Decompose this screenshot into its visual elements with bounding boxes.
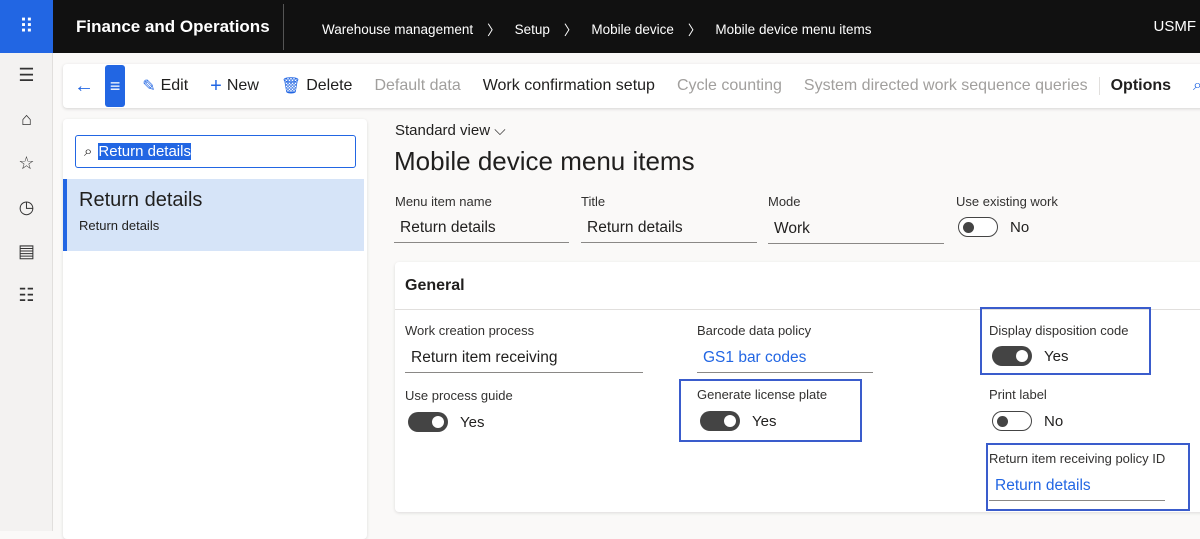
plus-icon: + bbox=[210, 74, 222, 97]
title-field[interactable]: Return details bbox=[581, 216, 757, 243]
generate-license-plate-toggle[interactable]: Yes bbox=[700, 411, 776, 431]
default-data-button[interactable]: Default data bbox=[363, 77, 471, 95]
work-creation-process-field[interactable]: Return item receiving bbox=[405, 346, 643, 373]
use-process-guide-toggle[interactable]: Yes bbox=[408, 412, 484, 432]
breadcrumb-item[interactable]: Setup bbox=[515, 22, 550, 37]
chevron-right-icon: 〉 bbox=[563, 23, 578, 38]
field-label: Use process guide bbox=[405, 388, 513, 403]
toggle-switch[interactable] bbox=[992, 346, 1032, 366]
search-icon[interactable]: ⌕ bbox=[1182, 77, 1200, 95]
divider bbox=[283, 4, 284, 50]
app-launcher-icon[interactable]: ⠿ bbox=[0, 0, 53, 53]
star-icon[interactable]: ☆ bbox=[0, 153, 53, 174]
field-label: Print label bbox=[989, 387, 1047, 402]
cycle-counting-button[interactable]: Cycle counting bbox=[666, 77, 793, 95]
field-label: Generate license plate bbox=[697, 387, 828, 402]
breadcrumb-item[interactable]: Mobile device bbox=[591, 22, 674, 37]
breadcrumb-item[interactable]: Warehouse management bbox=[322, 22, 473, 37]
general-heading[interactable]: General bbox=[405, 277, 465, 295]
nav-rail: ☰ ⌂ ☆ ◷ ▤ ☷ bbox=[0, 53, 53, 531]
modules-list-icon[interactable]: ☷ bbox=[0, 285, 53, 306]
app-title[interactable]: Finance and Operations bbox=[76, 17, 270, 37]
clock-icon[interactable]: ◷ bbox=[0, 197, 53, 218]
search-icon: ⌕ bbox=[84, 143, 93, 160]
breadcrumb: Warehouse management 〉 Setup 〉 Mobile devi… bbox=[322, 19, 872, 39]
pencil-icon: ✎ bbox=[142, 78, 156, 95]
work-confirmation-button[interactable]: Work confirmation setup bbox=[472, 77, 666, 95]
field-label: Title bbox=[581, 194, 606, 209]
breadcrumb-item[interactable]: Mobile device menu items bbox=[715, 22, 871, 37]
list-item[interactable]: Return details Return details bbox=[63, 179, 364, 251]
use-existing-work-toggle[interactable]: No bbox=[958, 217, 1029, 237]
new-button[interactable]: + New bbox=[199, 75, 270, 98]
chevron-right-icon: 〉 bbox=[487, 23, 501, 38]
hamburger-icon[interactable]: ☰ bbox=[0, 65, 53, 86]
top-bar: ⠿ Finance and Operations Warehouse manag… bbox=[0, 0, 1200, 53]
field-label: Menu item name bbox=[395, 194, 492, 209]
field-label: Use existing work bbox=[956, 194, 1058, 209]
options-tab[interactable]: Options bbox=[1100, 77, 1182, 95]
toggle-switch[interactable] bbox=[992, 411, 1032, 431]
sdwsq-button[interactable]: System directed work sequence queries bbox=[793, 77, 1100, 95]
barcode-data-policy-field[interactable]: GS1 bar codes bbox=[697, 346, 873, 373]
workspace-icon[interactable]: ▤ bbox=[0, 241, 53, 262]
return-policy-id-field[interactable]: Return details bbox=[989, 474, 1165, 501]
field-label: Work creation process bbox=[405, 323, 535, 338]
field-label: Mode bbox=[768, 194, 801, 209]
list-view-button[interactable]: ≡ bbox=[105, 65, 126, 107]
list-panel: ⌕ Return details Return details Return de… bbox=[63, 119, 367, 539]
print-label-toggle[interactable]: No bbox=[992, 411, 1063, 431]
view-selector[interactable]: Standard view ⌵ bbox=[395, 122, 506, 139]
trash-icon: 🗑 bbox=[280, 78, 302, 95]
toggle-switch[interactable] bbox=[700, 411, 740, 431]
company-picker[interactable]: USMF bbox=[1154, 18, 1197, 35]
action-pane: ← ≡ ✎ Edit + New 🗑 Delete Default data Work… bbox=[63, 64, 1200, 108]
toggle-switch[interactable] bbox=[958, 217, 998, 237]
list-search-input[interactable]: ⌕ Return details bbox=[75, 135, 356, 168]
mode-field[interactable]: Work bbox=[768, 217, 944, 244]
delete-button[interactable]: 🗑 Delete bbox=[270, 76, 364, 96]
home-icon[interactable]: ⌂ bbox=[0, 109, 53, 130]
chevron-right-icon: 〉 bbox=[687, 23, 702, 38]
display-disposition-code-toggle[interactable]: Yes bbox=[992, 346, 1068, 366]
edit-button[interactable]: ✎ Edit bbox=[131, 76, 199, 96]
field-label: Return item receiving policy ID bbox=[989, 451, 1166, 466]
page-title: Mobile device menu items bbox=[394, 146, 695, 176]
toggle-switch[interactable] bbox=[408, 412, 448, 432]
field-label: Display disposition code bbox=[989, 323, 1129, 338]
field-label: Barcode data policy bbox=[697, 323, 812, 338]
back-icon[interactable]: ← bbox=[63, 75, 105, 98]
menu-item-name-field[interactable]: Return details bbox=[394, 216, 569, 243]
